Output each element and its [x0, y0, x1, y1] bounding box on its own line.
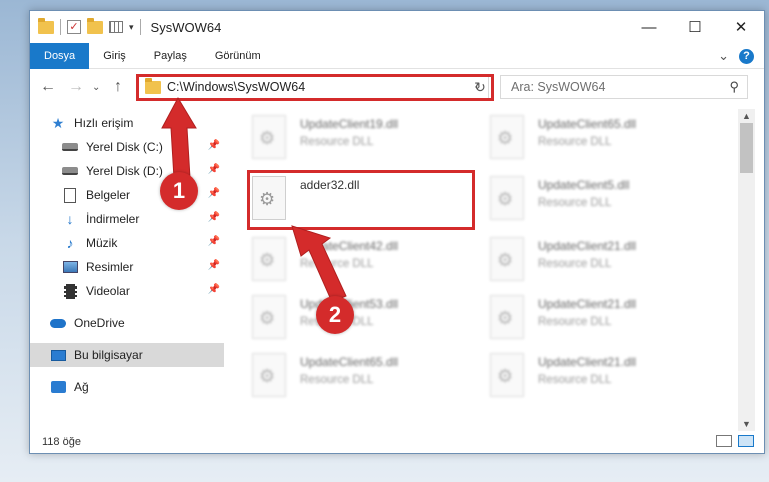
address-row: ← → ⌄ ↑ C:\Windows\SysWOW64 ⌄ ↻ Ara: Sys…	[30, 70, 764, 104]
tab-home[interactable]: Giriş	[89, 43, 140, 69]
close-button[interactable]: ✕	[718, 11, 764, 43]
star-icon: ★	[51, 114, 65, 131]
network-icon	[50, 381, 66, 393]
music-icon: ♪	[66, 235, 74, 251]
title-bar: ✓ ▾ SysWOW64 — ☐ ✕	[30, 11, 764, 43]
expand-ribbon-icon[interactable]: ⌄	[718, 48, 729, 64]
computer-icon	[50, 349, 66, 361]
pin-icon[interactable]: 📌	[208, 260, 220, 271]
maximize-button[interactable]: ☐	[672, 11, 718, 43]
scroll-up-icon[interactable]: ▲	[742, 111, 751, 121]
nav-network[interactable]: Ağ	[30, 375, 224, 399]
dll-file-icon	[490, 295, 524, 339]
nav-item-music[interactable]: ♪ Müzik 📌	[30, 231, 224, 255]
tab-share[interactable]: Paylaş	[140, 43, 201, 69]
help-icon[interactable]: ?	[739, 48, 754, 64]
dll-file-icon	[490, 176, 524, 220]
status-bar: 118 öğe	[30, 431, 764, 453]
dll-file-icon	[490, 115, 524, 159]
details-view-icon[interactable]	[716, 435, 732, 447]
customize-toolbar-icon[interactable]: ▾	[129, 22, 134, 33]
pin-icon[interactable]: 📌	[208, 212, 220, 223]
step-1-badge: 1	[160, 172, 198, 210]
file-item[interactable]: UpdateClient21.dllResource DLL	[490, 295, 720, 347]
quick-access-toolbar: ✓ ▾	[30, 17, 141, 35]
vertical-scrollbar[interactable]: ▲ ▼	[738, 109, 755, 431]
file-item[interactable]: UpdateClient5.dllResource DLL	[490, 176, 720, 228]
pin-icon[interactable]: 📌	[208, 284, 220, 295]
file-item[interactable]: UpdateClient21.dllResource DLL	[490, 237, 720, 289]
pin-icon[interactable]: 📌	[208, 140, 220, 151]
cloud-icon	[50, 318, 66, 328]
explorer-window: ✓ ▾ SysWOW64 — ☐ ✕ Dosya Giriş Paylaş Gö…	[29, 10, 765, 454]
folder-icon	[38, 17, 54, 34]
item-count: 118 öğe	[42, 436, 81, 448]
file-item[interactable]: UpdateClient42.dllResource DLL	[252, 237, 482, 289]
nav-quick-access[interactable]: ★ Hızlı erişim	[30, 111, 224, 135]
file-list: UpdateClient19.dllResource DLL adder32.d…	[224, 109, 738, 427]
forward-arrow-icon[interactable]: →	[68, 78, 84, 96]
navigation-pane: ★ Hızlı erişim Yerel Disk (C:) 📌 Yerel D…	[30, 109, 224, 429]
search-placeholder: Ara: SysWOW64	[511, 80, 606, 94]
dll-file-icon	[490, 237, 524, 281]
nav-item-disk-d[interactable]: Yerel Disk (D:) 📌	[30, 159, 224, 183]
nav-item-videos[interactable]: Videolar 📌	[30, 279, 224, 303]
recent-locations-icon[interactable]: ⌄	[92, 82, 100, 93]
tiles-view-icon[interactable]	[738, 435, 754, 447]
video-icon	[63, 283, 77, 299]
step-2-badge: 2	[316, 296, 354, 334]
address-highlight-box	[136, 74, 494, 101]
dll-file-icon	[252, 353, 286, 397]
window-controls: — ☐ ✕	[626, 11, 764, 43]
scroll-thumb[interactable]	[740, 123, 753, 173]
nav-this-pc[interactable]: Bu bilgisayar	[30, 343, 224, 367]
nav-item-disk-c[interactable]: Yerel Disk (C:) 📌	[30, 135, 224, 159]
document-icon	[64, 187, 76, 203]
pin-icon[interactable]: 📌	[208, 164, 220, 175]
new-folder-icon[interactable]	[87, 17, 103, 34]
file-item[interactable]: UpdateClient53.dllResource DLL	[252, 295, 482, 347]
dll-file-icon	[490, 353, 524, 397]
file-item[interactable]: UpdateClient19.dllResource DLL	[252, 115, 482, 167]
pin-icon[interactable]: 📌	[208, 236, 220, 247]
window-title: SysWOW64	[150, 19, 222, 35]
pin-icon[interactable]: 📌	[208, 188, 220, 199]
scroll-down-icon[interactable]: ▼	[742, 419, 751, 429]
nav-item-downloads[interactable]: ↓ İndirmeler 📌	[30, 207, 224, 231]
nav-onedrive[interactable]: OneDrive	[30, 311, 224, 335]
file-item[interactable]: UpdateClient65.dllResource DLL	[490, 115, 720, 167]
view-options-icon[interactable]	[109, 21, 123, 33]
file-item[interactable]: UpdateClient65.dllResource DLL	[252, 353, 482, 405]
nav-item-pictures[interactable]: Resimler 📌	[30, 255, 224, 279]
tab-file[interactable]: Dosya	[30, 42, 90, 69]
disk-icon	[62, 143, 78, 151]
dll-file-icon	[252, 115, 286, 159]
search-icon[interactable]: ⚲	[729, 79, 739, 95]
file-item[interactable]: UpdateClient21.dllResource DLL	[490, 353, 720, 405]
up-arrow-icon[interactable]: ↑	[114, 78, 122, 96]
disk-icon	[62, 167, 78, 175]
picture-icon	[62, 261, 78, 273]
properties-icon[interactable]: ✓	[67, 20, 81, 34]
dll-file-icon	[252, 295, 286, 339]
tab-view[interactable]: Görünüm	[201, 43, 275, 69]
ribbon-tabs: Dosya Giriş Paylaş Görünüm ⌄ ?	[30, 42, 764, 69]
back-arrow-icon[interactable]: ←	[40, 78, 56, 96]
file-highlight-box	[247, 170, 475, 230]
download-icon: ↓	[66, 211, 74, 227]
minimize-button[interactable]: —	[626, 11, 672, 43]
search-input[interactable]: Ara: SysWOW64 ⚲	[500, 75, 748, 99]
dll-file-icon	[252, 237, 286, 281]
